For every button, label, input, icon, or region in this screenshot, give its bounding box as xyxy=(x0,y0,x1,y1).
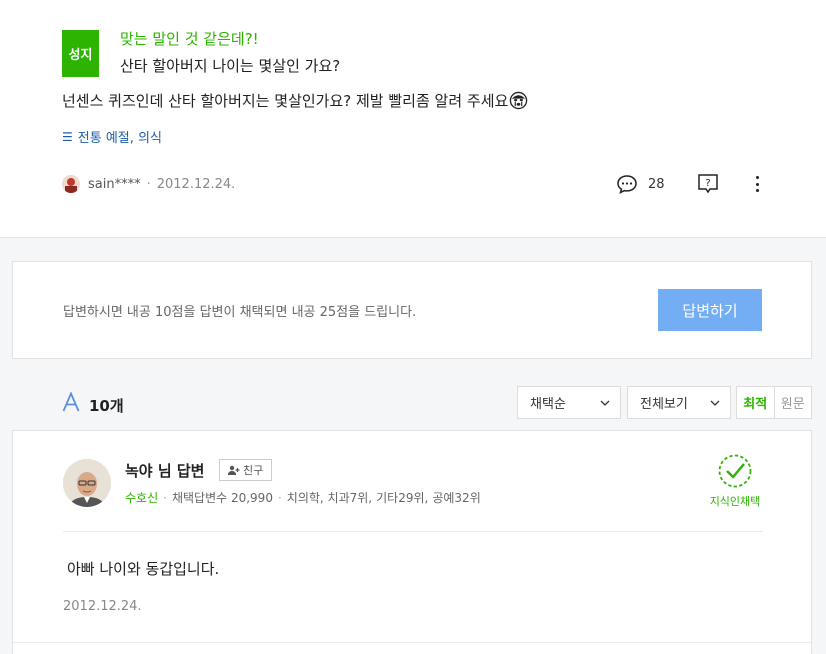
separator-dot: · xyxy=(163,490,167,505)
question-actions: 28 ? xyxy=(616,170,763,198)
menu-icon: ☰ xyxy=(62,129,73,144)
question-title: 산타 할아버지 나이는 몇살인 가요? xyxy=(120,57,341,75)
comment-button[interactable]: 28 xyxy=(616,173,665,195)
write-answer-button[interactable]: 답변하기 xyxy=(658,289,762,331)
question-body: 넌센스 퀴즈인데 산타 할아버지는 몇살인가요? 제발 빨리좀 알려 주세요 xyxy=(62,90,528,111)
question-author: sain**** · 2012.12.24. xyxy=(62,174,235,194)
answerer-avatar[interactable] xyxy=(63,459,111,507)
answer-body: 아빠 나이와 동갑입니다. xyxy=(67,560,220,578)
question-section: 성지 맞는 말인 것 같은데?! 산타 할아버지 나이는 몇살인 가요? 넌센스… xyxy=(0,0,826,238)
question-subtitle: 맞는 말인 것 같은데?! xyxy=(120,30,259,48)
svg-text:?: ? xyxy=(705,178,710,189)
answer-prompt-box: 답변하시면 내공 10점을 답변이 채택되면 내공 25점을 드립니다. 답변하… xyxy=(12,261,812,359)
view-toggle: 최적 원문 xyxy=(736,386,812,419)
answer-a-icon xyxy=(62,392,80,412)
tag-link[interactable]: 전통 예절, 의식 xyxy=(78,127,162,146)
answers-toolbar: 10개 채택순 전체보기 최적 원문 xyxy=(0,386,826,422)
add-friend-label: 친구 xyxy=(243,464,264,477)
chevron-down-icon xyxy=(710,400,720,406)
comment-count: 28 xyxy=(648,176,665,192)
check-badge-icon xyxy=(718,454,752,488)
add-friend-button[interactable]: 친구 xyxy=(219,459,273,481)
filter-select-value: 전체보기 xyxy=(640,397,688,412)
add-friend-icon xyxy=(228,465,240,475)
point-info-text: 답변하시면 내공 10점을 답변이 채택되면 내공 25점을 드립니다. xyxy=(63,305,417,320)
answerer-rank-1: 치의학, 치과7위, xyxy=(286,491,373,505)
sort-select-value: 채택순 xyxy=(530,397,566,412)
question-body-text: 넌센스 퀴즈인데 산타 할아버지는 몇살인가요? 제발 빨리좀 알려 주세요 xyxy=(62,92,509,110)
filter-select[interactable]: 전체보기 xyxy=(627,386,731,419)
answerer-rank-3: 공예32위 xyxy=(432,491,481,505)
answerer-grade[interactable]: 수호신 xyxy=(125,489,158,506)
answer-date: 2012.12.24. xyxy=(63,599,142,614)
question-report-icon[interactable]: ? xyxy=(697,173,719,195)
comment-icon xyxy=(617,175,637,194)
selected-answer-count: 채택답변수 20,990 xyxy=(171,491,273,505)
answerer-meta: 수호신 · 채택답변수 20,990 · 치의학, 치과7위, 기타29위, 공… xyxy=(125,489,481,506)
answerer-rank-2: 기타29위, xyxy=(376,491,429,505)
divider xyxy=(13,642,811,643)
separator-dot: · xyxy=(146,176,151,192)
answer-card: 녹야 님 답변 친구 수호신 · 채택답변수 20,990 · 치의학, 치과7… xyxy=(12,430,812,654)
more-options-icon[interactable] xyxy=(753,173,763,195)
question-tags[interactable]: ☰ 전통 예절, 의식 xyxy=(62,127,162,147)
view-best-button[interactable]: 최적 xyxy=(737,387,775,418)
author-name[interactable]: sain**** xyxy=(88,177,141,192)
sort-select[interactable]: 채택순 xyxy=(517,386,621,419)
author-avatar[interactable] xyxy=(62,175,80,193)
chosen-answer-badge: 지식인채택 xyxy=(708,453,762,509)
answerer-name[interactable]: 녹야 님 답변 xyxy=(125,460,204,481)
view-original-button[interactable]: 원문 xyxy=(775,387,812,418)
separator-dot: · xyxy=(277,490,282,505)
question-date: 2012.12.24. xyxy=(156,176,236,192)
chevron-down-icon xyxy=(600,400,610,406)
answer-count: 10개 xyxy=(89,397,124,415)
chosen-answer-label: 지식인채택 xyxy=(709,495,761,508)
crying-emoticon-icon xyxy=(510,91,528,110)
divider xyxy=(63,531,763,532)
question-badge: 성지 xyxy=(62,30,99,77)
